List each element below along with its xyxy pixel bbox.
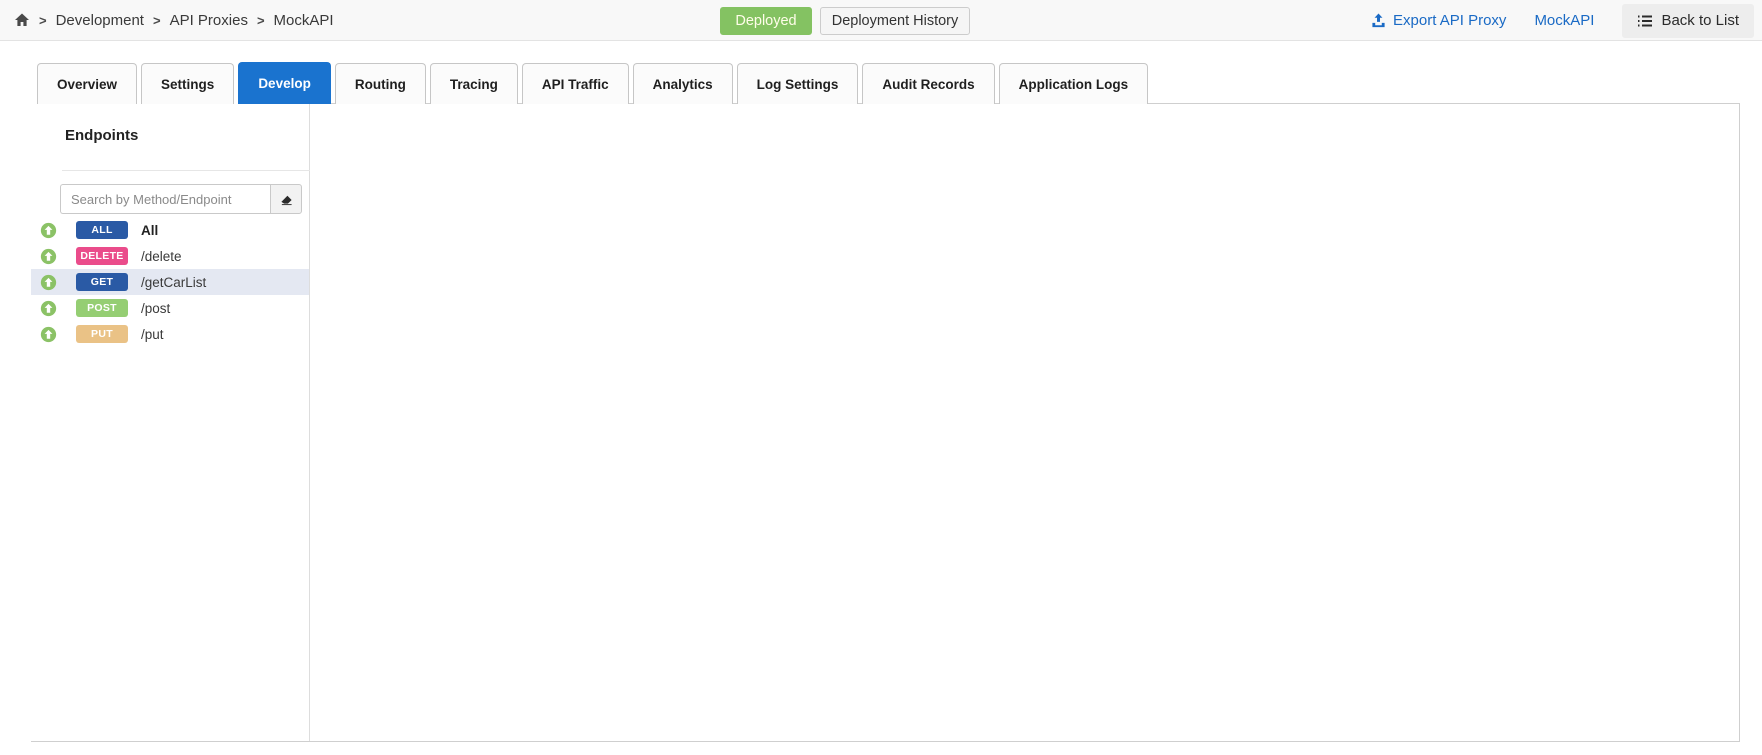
endpoint-list: ALL All DELETE /delete GET /getCarList	[31, 217, 309, 347]
breadcrumb-mockapi: MockAPI	[274, 12, 334, 29]
method-badge-post: POST	[76, 299, 128, 317]
sidebar-divider	[62, 170, 310, 171]
tab-develop[interactable]: Develop	[238, 62, 331, 104]
breadcrumb-separator: >	[257, 13, 265, 28]
tab-log-settings[interactable]: Log Settings	[737, 63, 859, 104]
deploy-arrow-icon[interactable]	[40, 274, 57, 291]
endpoint-path: /put	[141, 327, 164, 342]
deploy-arrow-icon[interactable]	[40, 222, 57, 239]
back-to-list-label: Back to List	[1661, 12, 1739, 29]
deployment-history-button[interactable]: Deployment History	[820, 7, 970, 35]
deploy-arrow-icon[interactable]	[40, 326, 57, 343]
endpoint-row-all[interactable]: ALL All	[31, 217, 309, 243]
top-bar: > Development > API Proxies > MockAPI De…	[0, 0, 1762, 41]
endpoint-path: /post	[141, 301, 170, 316]
tab-routing[interactable]: Routing	[335, 63, 426, 104]
tab-tracing[interactable]: Tracing	[430, 63, 518, 104]
breadcrumb-development[interactable]: Development	[56, 12, 144, 29]
tab-application-logs[interactable]: Application Logs	[999, 63, 1149, 104]
endpoint-row-post[interactable]: POST /post	[31, 295, 309, 321]
method-badge-get: GET	[76, 273, 128, 291]
api-proxy-develop-page: > Development > API Proxies > MockAPI De…	[0, 0, 1762, 755]
tab-overview[interactable]: Overview	[37, 63, 137, 104]
breadcrumb-separator: >	[153, 13, 161, 28]
endpoints-title: Endpoints	[65, 127, 138, 144]
breadcrumb-separator: >	[39, 13, 47, 28]
list-icon	[1637, 14, 1653, 28]
endpoint-row-put[interactable]: PUT /put	[31, 321, 309, 347]
deploy-arrow-icon[interactable]	[40, 300, 57, 317]
tab-audit-records[interactable]: Audit Records	[862, 63, 994, 104]
method-badge-all: ALL	[76, 221, 128, 239]
proxy-tab-bar: Overview Settings Develop Routing Tracin…	[37, 62, 1148, 104]
endpoint-row-getcarlist[interactable]: GET /getCarList	[31, 269, 309, 295]
endpoint-search	[60, 184, 302, 214]
method-badge-delete: DELETE	[76, 247, 128, 265]
endpoint-path: All	[141, 223, 158, 238]
breadcrumb-api-proxies[interactable]: API Proxies	[170, 12, 248, 29]
tab-analytics[interactable]: Analytics	[633, 63, 733, 104]
method-badge-put: PUT	[76, 325, 128, 343]
endpoint-row-delete[interactable]: DELETE /delete	[31, 243, 309, 269]
deployed-status-button[interactable]: Deployed	[720, 7, 812, 35]
endpoint-path: /getCarList	[141, 275, 206, 290]
tab-settings[interactable]: Settings	[141, 63, 234, 104]
endpoints-sidebar: Endpoints ALL All DELETE	[31, 103, 310, 741]
topbar-right-actions: Export API Proxy MockAPI Back to List	[1371, 0, 1754, 41]
eraser-icon	[280, 193, 293, 206]
tab-api-traffic[interactable]: API Traffic	[522, 63, 629, 104]
export-api-proxy-label: Export API Proxy	[1393, 12, 1506, 29]
endpoint-search-input[interactable]	[60, 184, 270, 214]
back-to-list-button[interactable]: Back to List	[1622, 4, 1754, 38]
endpoint-path: /delete	[141, 249, 182, 264]
breadcrumb: > Development > API Proxies > MockAPI	[14, 0, 334, 40]
home-icon[interactable]	[14, 12, 30, 28]
proxy-name-link[interactable]: MockAPI	[1534, 12, 1594, 29]
clear-search-button[interactable]	[270, 184, 302, 214]
export-api-proxy-link[interactable]: Export API Proxy	[1371, 12, 1506, 29]
upload-icon	[1371, 13, 1386, 28]
deploy-arrow-icon[interactable]	[40, 248, 57, 265]
